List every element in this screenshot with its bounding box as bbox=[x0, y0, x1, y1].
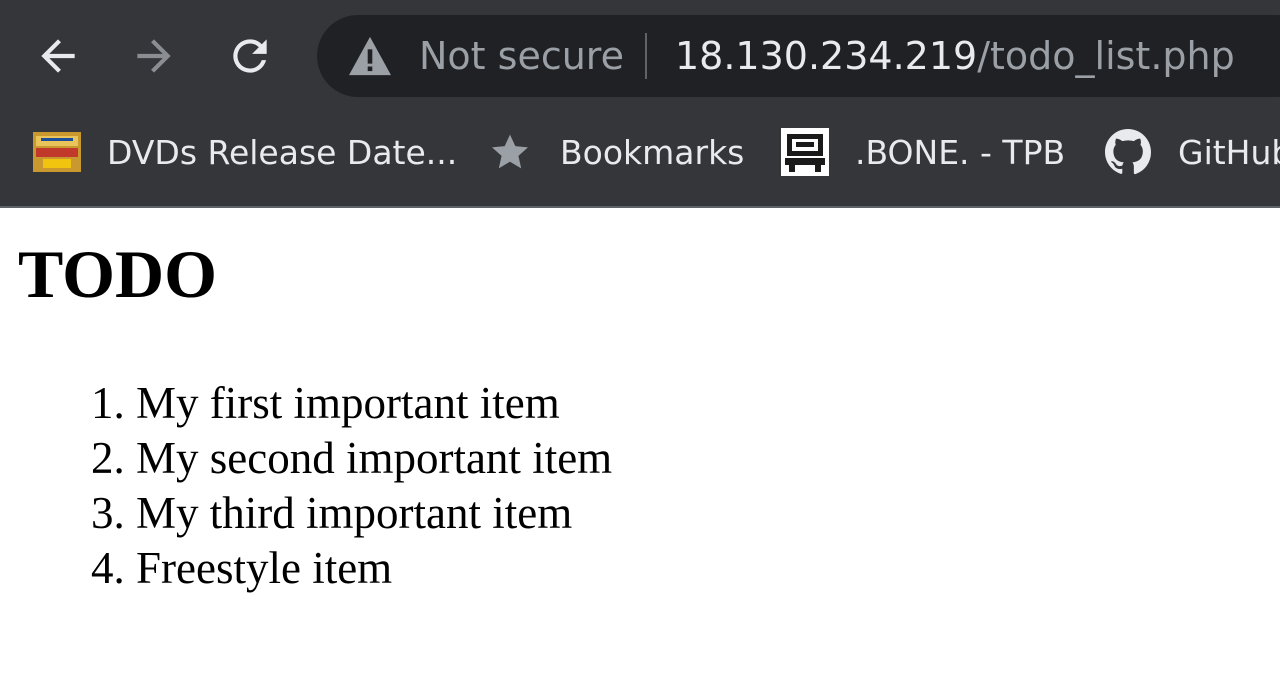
bookmark-folder-bookmarks[interactable]: Bookmarks bbox=[486, 112, 744, 192]
back-button[interactable] bbox=[30, 28, 86, 84]
warning-triangle-icon bbox=[349, 36, 391, 76]
url-text[interactable]: 18.130.234.219/todo_list.php bbox=[675, 15, 1235, 97]
security-chip[interactable]: Not secure bbox=[347, 15, 624, 97]
todo-item: My second important item bbox=[136, 431, 612, 486]
url-path: /todo_list.php bbox=[977, 34, 1235, 78]
address-bar[interactable]: Not secure 18.130.234.219/todo_list.php bbox=[317, 15, 1280, 97]
browser-toolbar: Not secure 18.130.234.219/todo_list.php bbox=[0, 0, 1280, 112]
todo-list: My first important item My second import… bbox=[136, 376, 612, 596]
browser-chrome: Not secure 18.130.234.219/todo_list.php … bbox=[0, 0, 1280, 208]
bookmark-bone-tpb[interactable]: .BONE. - TPB bbox=[781, 112, 1065, 192]
todo-item: My first important item bbox=[136, 376, 612, 431]
arrow-left-icon bbox=[41, 39, 75, 73]
bookmark-label: GitHub bbox=[1178, 132, 1280, 172]
github-icon bbox=[1104, 128, 1152, 176]
bookmark-github[interactable]: GitHub bbox=[1104, 112, 1280, 192]
bookmark-label: Bookmarks bbox=[560, 132, 745, 172]
security-label: Not secure bbox=[419, 34, 624, 78]
omnibox-divider bbox=[645, 33, 647, 79]
bookmark-label: .BONE. - TPB bbox=[855, 132, 1066, 172]
forward-button[interactable] bbox=[126, 28, 182, 84]
url-host: 18.130.234.219 bbox=[675, 34, 978, 78]
star-icon bbox=[486, 128, 534, 176]
reload-button[interactable] bbox=[222, 28, 278, 84]
bookmark-label: DVDs Release Date... bbox=[107, 132, 458, 172]
dvd-release-favicon bbox=[33, 128, 81, 176]
page-title: TODO bbox=[18, 236, 218, 312]
todo-item: Freestyle item bbox=[136, 541, 612, 596]
arrow-right-icon bbox=[137, 39, 171, 73]
reload-icon bbox=[233, 39, 267, 73]
bone-favicon bbox=[781, 128, 829, 176]
todo-item: My third important item bbox=[136, 486, 612, 541]
bookmark-dvds-release-date[interactable]: DVDs Release Date... bbox=[33, 112, 457, 192]
bookmarks-bar: DVDs Release Date... Bookmarks .BONE. - … bbox=[0, 112, 1280, 206]
page-content: TODO My first important item My second i… bbox=[0, 208, 1280, 690]
